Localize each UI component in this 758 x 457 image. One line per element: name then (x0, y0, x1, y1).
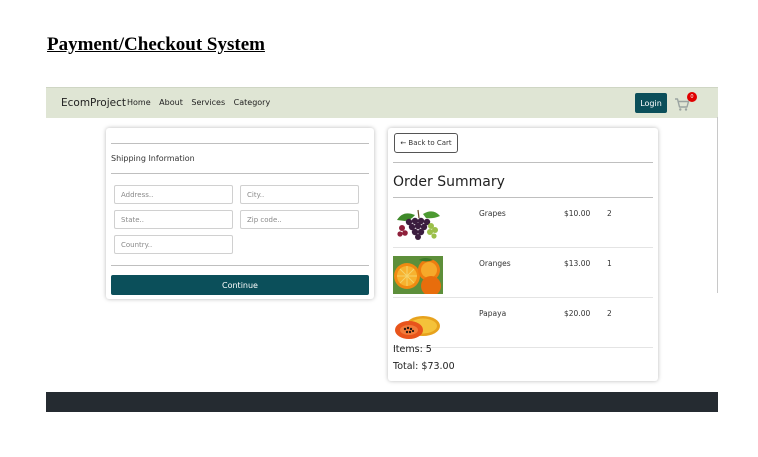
item-name: Papaya (479, 309, 507, 318)
grapes-image (397, 209, 440, 240)
divider (111, 143, 369, 144)
app-window: EcomProject Home About Services Category… (46, 87, 718, 412)
item-price: $13.00 (564, 259, 591, 268)
nav-about[interactable]: About (159, 98, 183, 107)
nav-links: Home About Services Category (127, 98, 276, 107)
oranges-image (393, 256, 443, 294)
order-summary-title: Order Summary (393, 174, 505, 190)
shipping-info-title: Shipping Information (111, 154, 195, 163)
continue-button[interactable]: Continue (111, 275, 369, 295)
navbar: EcomProject Home About Services Category… (46, 87, 718, 118)
divider (111, 173, 369, 174)
nav-home[interactable]: Home (127, 98, 151, 107)
row-divider (393, 347, 653, 348)
country-field[interactable] (114, 235, 233, 254)
item-name: Grapes (479, 209, 506, 218)
order-summary-card: ← Back to Cart Order Summary Grapes $10.… (388, 128, 658, 381)
nav-category[interactable]: Category (234, 98, 271, 107)
login-button[interactable]: Login (635, 93, 667, 113)
brand-link[interactable]: EcomProject (61, 97, 126, 109)
item-quantity: 2 (607, 209, 612, 218)
order-item-row: Papaya $20.00 2 (393, 298, 653, 348)
page-title: Payment/Checkout System (47, 34, 265, 55)
item-quantity: 2 (607, 309, 612, 318)
state-field[interactable] (114, 210, 233, 229)
order-total: Total: $73.00 (393, 361, 455, 372)
divider (393, 162, 653, 163)
scroll-edge (717, 117, 718, 293)
item-price: $20.00 (564, 309, 591, 318)
papaya-image (395, 316, 440, 339)
address-field[interactable] (114, 185, 233, 204)
item-quantity: 1 (607, 259, 612, 268)
item-price: $10.00 (564, 209, 591, 218)
divider (111, 265, 369, 266)
zip-code-field[interactable] (240, 210, 359, 229)
footer-bar (46, 392, 718, 412)
city-field[interactable] (240, 185, 359, 204)
shipping-form-card: Shipping Information Continue (106, 128, 374, 299)
item-name: Oranges (479, 259, 511, 268)
nav-services[interactable]: Services (191, 98, 225, 107)
cart-count-badge: 0 (687, 92, 697, 102)
back-to-cart-button[interactable]: ← Back to Cart (394, 133, 458, 153)
order-item-row: Oranges $13.00 1 (393, 248, 653, 298)
items-count: Items: 5 (393, 344, 432, 355)
order-item-row: Grapes $10.00 2 (393, 198, 653, 248)
